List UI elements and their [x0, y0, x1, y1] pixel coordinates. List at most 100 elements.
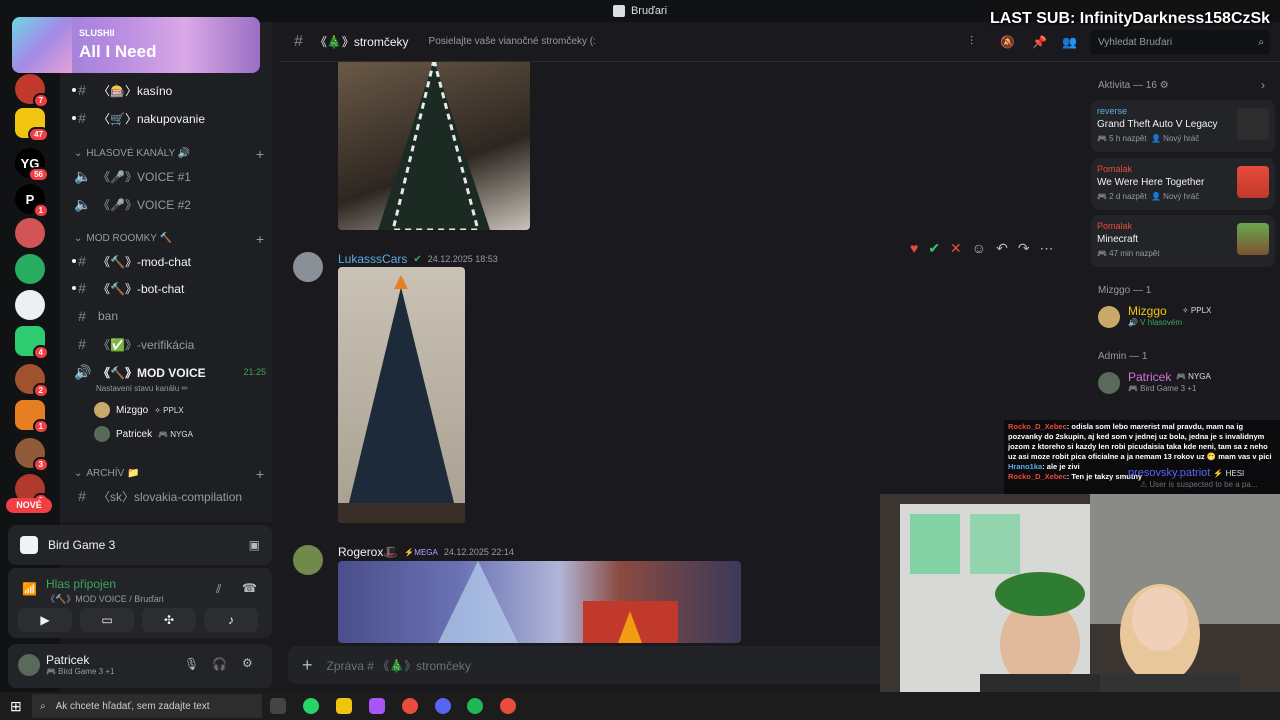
activity-card[interactable]: Pomalak Minecraft 🎮 47 min nazpět: [1091, 215, 1275, 267]
server-icon[interactable]: [15, 290, 45, 320]
message-timestamp: 24.12.2025 22:14: [443, 547, 514, 557]
unread-badge: 1: [32, 419, 49, 434]
voice-user[interactable]: Mizggo ✧ PPLX: [94, 402, 184, 418]
obs-icon[interactable]: [500, 698, 516, 714]
channel-mod-chat[interactable]: # 《🔨》-mod-chat: [72, 249, 274, 273]
search-icon: ⌕: [1258, 36, 1264, 48]
server-icon[interactable]: [15, 254, 45, 284]
category-archive[interactable]: ⌄ ARCHÍV 📁: [74, 468, 139, 479]
search-input[interactable]: Vyhledat Bruďari ⌕: [1090, 30, 1270, 54]
x-reaction-icon[interactable]: ✕: [950, 240, 962, 257]
windows-start-icon[interactable]: ⊞: [10, 698, 22, 715]
song-title: All I Need: [79, 42, 157, 61]
server-icon[interactable]: 4: [15, 326, 49, 360]
channel-nakupovanie[interactable]: # 〈🛒〉nakupovanie: [72, 106, 274, 130]
category-voice[interactable]: ⌄ HLASOVÉ KANÁLY 🔊: [74, 148, 190, 159]
server-icon[interactable]: 47: [15, 108, 49, 142]
threads-icon[interactable]: ⫶: [970, 34, 973, 49]
disconnect-icon[interactable]: ☎: [242, 581, 257, 595]
server-icon[interactable]: YG 56: [15, 148, 49, 182]
activity-card[interactable]: reverse Grand Theft Auto V Legacy 🎮 5 h …: [1091, 100, 1275, 152]
activity-user: Pomalak: [1097, 221, 1133, 231]
chevron-right-icon[interactable]: ›: [1261, 78, 1265, 92]
message-author[interactable]: Rogerox🎩: [338, 545, 398, 559]
message-author[interactable]: LukasssCars: [338, 252, 407, 266]
category-label: ARCHÍV 📁: [86, 468, 140, 479]
camera-button[interactable]: ▶: [18, 608, 72, 632]
voice-channel-path[interactable]: 《🔨》MOD VOICE / Bruďari: [46, 592, 164, 605]
activity-card[interactable]: Pomalak We Were Here Together 🎮 2 d nazp…: [1091, 158, 1275, 210]
noise-suppression-icon[interactable]: ⫽: [216, 582, 221, 597]
discord-icon[interactable]: [435, 698, 451, 714]
user-tag: ⚡ HESI: [1213, 469, 1245, 478]
more-icon[interactable]: ⋯: [1040, 240, 1054, 257]
channel-verifikacia[interactable]: # 《✅》-verifikácia: [74, 332, 274, 356]
soundboard-button[interactable]: ♪: [204, 608, 258, 632]
member-row[interactable]: Patricek 🎮 NYGA 🎮 Bird Game 3 +1: [1098, 370, 1278, 400]
app-icon[interactable]: [369, 698, 385, 714]
channel-bot-chat[interactable]: # 《🔨》-bot-chat: [72, 276, 274, 300]
tree-image[interactable]: [338, 267, 465, 523]
user-tag: 🎮 NYGA: [158, 429, 193, 439]
channel-voice-1[interactable]: 🔈 《🎤》VOICE #1: [74, 164, 274, 188]
voice-panel: 📶 Hlas připojen 《🔨》MOD VOICE / Bruďari ⫽…: [8, 568, 272, 638]
headphones-icon[interactable]: 🎧: [212, 657, 227, 671]
tree-image[interactable]: [338, 561, 741, 643]
voice-user[interactable]: Patricek 🎮 NYGA: [94, 426, 193, 442]
spotify-icon[interactable]: [467, 698, 483, 714]
avatar[interactable]: [293, 252, 323, 282]
channel-mod-voice[interactable]: 🔊 《🔨》MOD VOICE 21:25: [74, 360, 274, 384]
avatar[interactable]: [293, 545, 323, 575]
channel-topic[interactable]: Posielajte vaše vianočné stromčeky (:: [429, 36, 596, 47]
add-channel-icon[interactable]: +: [256, 231, 264, 247]
channel-kasino[interactable]: # 〈🎰〉kasíno: [72, 78, 274, 102]
category-mod[interactable]: ⌄ MOD ROOMKY 🔨: [74, 233, 172, 244]
unread-badge: 3: [32, 457, 49, 472]
avatar[interactable]: [18, 654, 40, 676]
channel-ban[interactable]: # ban: [74, 304, 274, 328]
server-icon[interactable]: 3: [15, 438, 49, 472]
notifications-icon[interactable]: 🔕: [1000, 35, 1015, 49]
activity-time: 🎮 5 h nazpět: [1097, 134, 1147, 143]
chrome-icon[interactable]: [402, 698, 418, 714]
microphone-icon[interactable]: 🎙: [184, 657, 199, 671]
speaker-icon: 🔈: [74, 195, 92, 212]
activities-button[interactable]: ✣: [142, 608, 196, 632]
category-label: MOD ROOMKY 🔨: [86, 233, 172, 244]
pin-icon[interactable]: 📌: [1032, 35, 1047, 49]
reply-icon[interactable]: ↶: [996, 240, 1008, 257]
screen-share-button[interactable]: ▭: [80, 608, 134, 632]
server-icon[interactable]: [15, 218, 45, 248]
channel-voice-2[interactable]: 🔈 《🎤》VOICE #2: [74, 192, 274, 216]
file-explorer-icon[interactable]: [336, 698, 352, 714]
activity-header[interactable]: Aktivita — 16 ⚙: [1098, 80, 1169, 91]
tree-image[interactable]: [338, 60, 530, 230]
check-reaction-icon[interactable]: ✔: [928, 240, 940, 257]
unread-badge: 47: [28, 127, 49, 142]
game-art: [1237, 223, 1269, 255]
add-channel-icon[interactable]: +: [256, 146, 264, 162]
activity-panel[interactable]: Bird Game 3 ▣: [8, 525, 272, 565]
server-icon[interactable]: 7: [15, 74, 49, 108]
whatsapp-icon[interactable]: [303, 698, 319, 714]
screen-share-icon[interactable]: ▣: [249, 538, 260, 552]
add-channel-icon[interactable]: +: [256, 466, 264, 482]
server-icon[interactable]: 2: [15, 364, 49, 398]
discord-window-icon: [612, 5, 625, 17]
server-icon[interactable]: P1: [15, 184, 49, 218]
new-unreads-pill[interactable]: NOVÉ: [6, 498, 52, 513]
server-icon[interactable]: 1: [15, 400, 49, 434]
channel-slovakia-compilation[interactable]: # 〈sk〉slovakia-compilation: [74, 484, 274, 508]
forward-icon[interactable]: ↷: [1018, 240, 1030, 257]
attach-plus-icon[interactable]: +: [302, 655, 313, 676]
channel-status[interactable]: Nastavení stavu kanálu ✏: [96, 384, 188, 393]
add-reaction-icon[interactable]: ☺: [972, 240, 986, 257]
task-view-icon[interactable]: [270, 698, 286, 714]
taskbar-search[interactable]: ⌕ Ak chcete hľadať, sem zadajte text: [32, 694, 262, 718]
gear-icon[interactable]: ⚙: [242, 656, 253, 670]
member-row[interactable]: presovsky.patriot ⚡ HESI: [1128, 467, 1244, 479]
member-list-icon[interactable]: 👥: [1062, 35, 1077, 49]
heart-reaction-icon[interactable]: ♥: [910, 240, 918, 257]
voice-status[interactable]: Hlas připojen: [46, 577, 116, 591]
member-row[interactable]: Mizggo ✧ PPLX 🔊 V hlasovém: [1098, 304, 1278, 334]
